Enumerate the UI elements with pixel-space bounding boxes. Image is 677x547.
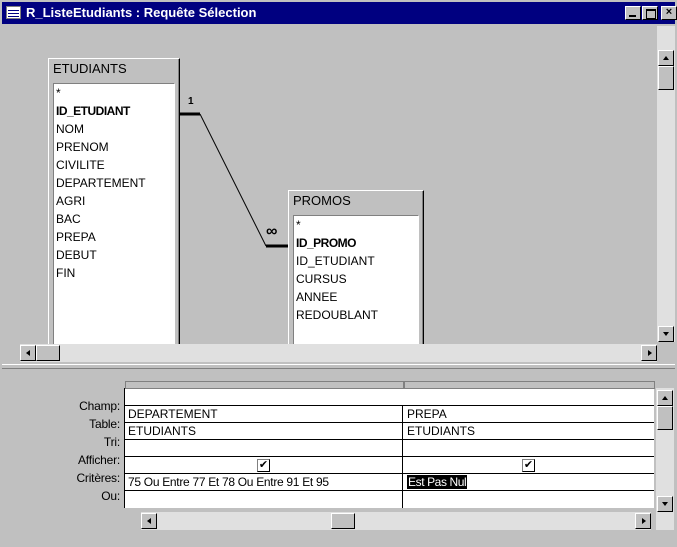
cell-sort[interactable] [125,440,403,457]
cell-sort[interactable] [404,440,655,457]
grid-row-field: DEPARTEMENT PREPA [125,406,654,423]
grid-columns: DEPARTEMENT PREPA ETUDIANTS ETUDIANTS ✔ … [124,381,655,508]
grid-row-table: ETUDIANTS ETUDIANTS [125,423,654,440]
table-etudiants[interactable]: ETUDIANTS * ID_ETUDIANT NOM PRENOM CIVIL… [48,58,180,352]
field-item[interactable]: ANNEE [294,288,418,306]
scroll-right-button[interactable] [635,513,651,529]
maximize-button[interactable] [642,6,658,20]
scroll-thumb[interactable] [331,513,355,529]
arrow-left-icon [26,350,30,356]
cell-or[interactable] [125,491,403,508]
scroll-thumb[interactable] [658,66,674,90]
field-item[interactable]: CIVILITE [54,156,174,174]
scroll-right-button[interactable] [641,345,657,361]
field-item[interactable]: DEPARTEMENT [54,174,174,192]
grid-vertical-scrollbar[interactable] [656,388,674,530]
field-item[interactable]: * [54,84,174,102]
table-promos-field-list: * ID_PROMO ID_ETUDIANT CURSUS ANNEE REDO… [293,215,419,347]
table-etudiants-field-list: * ID_ETUDIANT NOM PRENOM CIVILITE DEPART… [53,83,175,347]
cell-show: ✔ [125,457,403,474]
diagram-horizontal-scrollbar[interactable] [20,344,657,362]
grid-row-or [125,491,654,508]
cell-table[interactable]: ETUDIANTS [404,423,655,440]
column-selector[interactable] [125,381,404,389]
scroll-thumb[interactable] [657,406,673,430]
arrow-down-icon [663,332,669,336]
selected-criteria-text[interactable]: Est Pas Nul [407,475,468,489]
field-item[interactable]: PREPA [54,228,174,246]
relationship-many-label: ∞ [266,223,278,240]
row-label-field: Champ: [79,399,120,413]
field-item[interactable]: FIN [54,264,174,282]
show-checkbox[interactable]: ✔ [522,459,535,472]
table-promos[interactable]: PROMOS * ID_PROMO ID_ETUDIANT CURSUS ANN… [288,190,424,352]
scroll-down-button[interactable] [657,496,673,512]
relationship-one-label: 1 [188,96,194,107]
row-label-criteria: Critères: [76,471,120,485]
query-window: R_ListeEtudiants : Requête Sélection × 1… [0,0,677,547]
arrow-up-icon [662,396,668,400]
field-item[interactable]: ID_ETUDIANT [294,252,418,270]
grid-row-show: ✔ ✔ [125,457,654,474]
cell-criteria[interactable]: Est Pas Nul [404,474,655,491]
arrow-right-icon [648,350,652,356]
window-title: R_ListeEtudiants : Requête Sélection [26,5,257,20]
field-item[interactable]: AGRI [54,192,174,210]
scroll-up-button[interactable] [658,50,674,66]
arrow-left-icon [147,518,151,524]
field-item[interactable]: BAC [54,210,174,228]
grid-row-criteria: 75 Ou Entre 77 Et 78 Ou Entre 91 Et 95 E… [125,474,654,491]
field-item-key[interactable]: ID_PROMO [294,234,418,252]
table-diagram-pane: 1 ∞ ETUDIANTS * ID_ETUDIANT NOM PRENOM C… [4,26,655,352]
scroll-thumb[interactable] [36,345,60,361]
field-item[interactable]: REDOUBLANT [294,306,418,324]
minimize-button[interactable] [625,6,641,20]
cell-field[interactable]: PREPA [404,406,655,423]
grid-row [125,389,654,406]
row-label-table: Table: [89,417,120,431]
table-promos-title: PROMOS [293,193,351,208]
field-item[interactable]: DEBUT [54,246,174,264]
scroll-down-button[interactable] [658,326,674,342]
pane-splitter[interactable] [2,364,675,369]
title-bar[interactable]: R_ListeEtudiants : Requête Sélection × [2,2,677,24]
cell-table[interactable]: ETUDIANTS [125,423,403,440]
show-checkbox[interactable]: ✔ [257,459,270,472]
arrow-down-icon [662,502,668,506]
grid-horizontal-scrollbar[interactable] [141,512,651,530]
field-item[interactable]: PRENOM [54,138,174,156]
field-item[interactable]: NOM [54,120,174,138]
scroll-left-button[interactable] [141,513,157,529]
close-button[interactable]: × [661,6,677,20]
cell-criteria[interactable]: 75 Ou Entre 77 Et 78 Ou Entre 91 Et 95 [125,474,403,491]
query-design-grid: Champ: Table: Tri: Afficher: Critères: O… [2,372,675,547]
diagram-vertical-scrollbar[interactable] [657,26,675,342]
cell-or[interactable] [404,491,655,508]
row-label-show: Afficher: [78,453,120,467]
row-label-or: Ou: [101,489,120,503]
scroll-up-button[interactable] [657,390,673,406]
field-item[interactable]: * [294,216,418,234]
field-item-key[interactable]: ID_ETUDIANT [54,102,174,120]
table-etudiants-title: ETUDIANTS [53,61,127,76]
cell-show: ✔ [404,457,655,474]
cell-field[interactable]: DEPARTEMENT [125,406,403,423]
arrow-up-icon [663,56,669,60]
field-item[interactable]: CURSUS [294,270,418,288]
query-datasheet-icon[interactable] [6,6,21,19]
row-label-sort: Tri: [103,435,120,449]
arrow-right-icon [642,518,646,524]
column-selector[interactable] [404,381,655,389]
scroll-left-button[interactable] [20,345,36,361]
grid-row-sort [125,440,654,457]
